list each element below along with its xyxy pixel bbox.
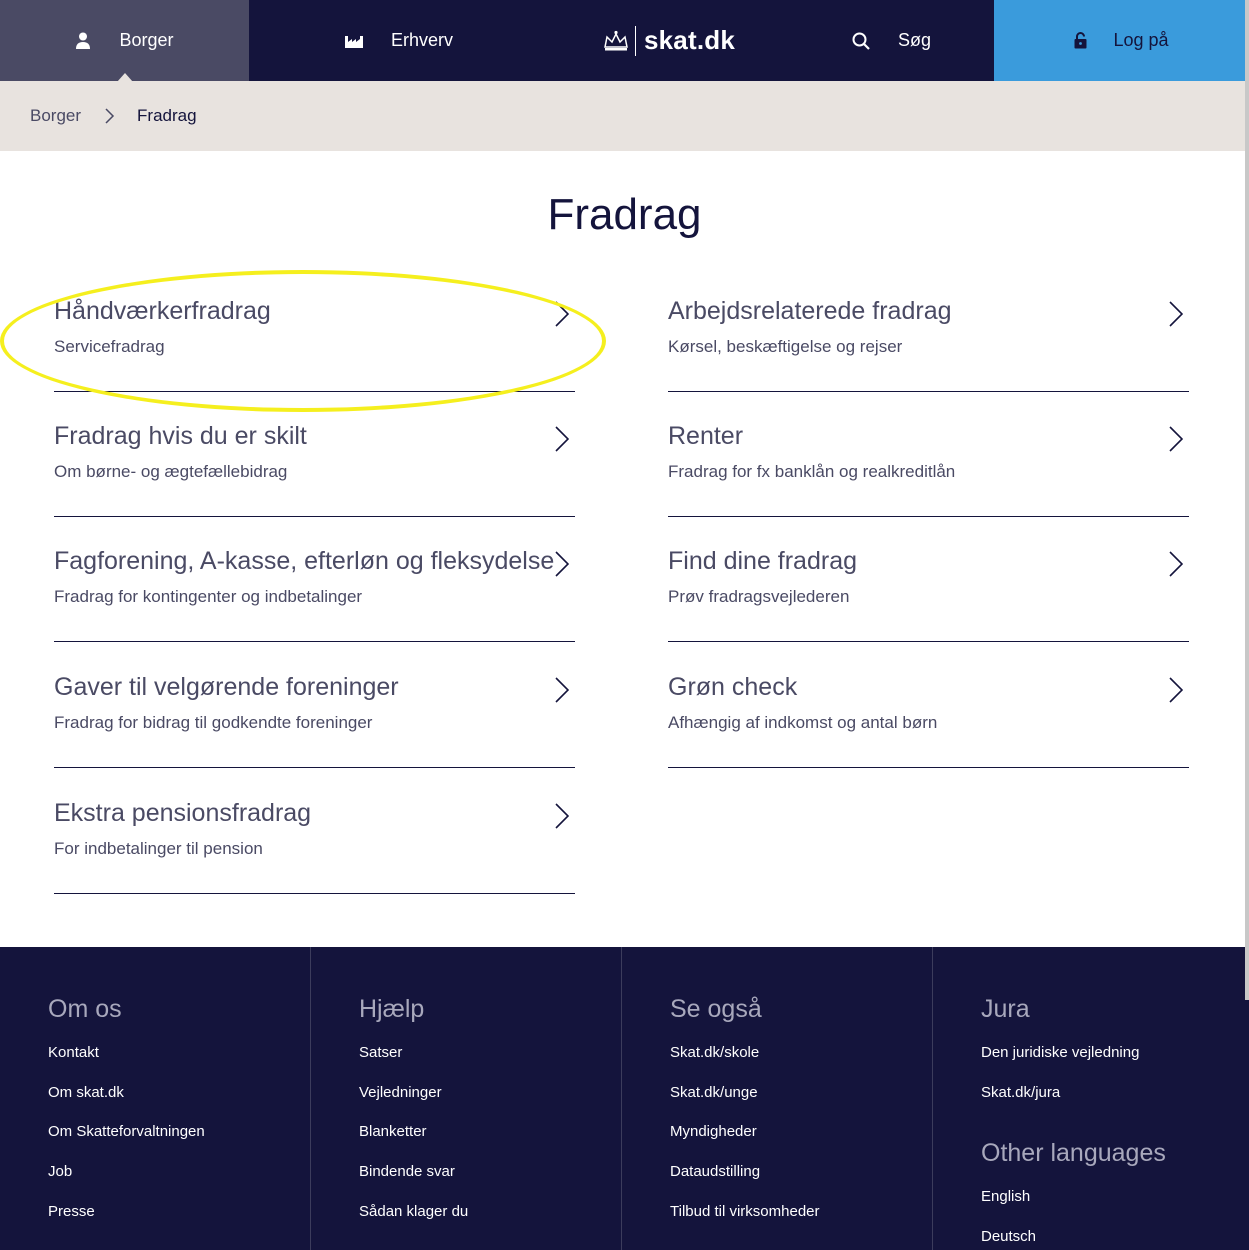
card-title: Fagforening, A-kasse, efterløn og fleksy… xyxy=(54,547,555,575)
footer-link[interactable]: Kontakt xyxy=(48,1044,99,1061)
card-gaver-velgoerende[interactable]: Gaver til velgørende foreninger Fradrag … xyxy=(54,673,575,768)
scrollbar[interactable] xyxy=(1245,0,1249,1000)
footer-link[interactable]: Myndigheder xyxy=(670,1123,757,1140)
footer-heading: Jura xyxy=(981,995,1030,1023)
card-haandvaerkerfradrag[interactable]: Håndværkerfradrag Servicefradrag xyxy=(54,297,575,392)
chevron-right-icon xyxy=(555,551,570,582)
nav-search-label: Søg xyxy=(897,30,931,50)
card-arbejdsrelaterede-fradrag[interactable]: Arbejdsrelaterede fradrag Kørsel, beskæf… xyxy=(668,297,1189,392)
footer-heading: Om os xyxy=(48,995,122,1023)
footer-link[interactable]: Tilbud til virksomheder xyxy=(670,1203,820,1220)
lock-icon xyxy=(1074,32,1087,49)
footer-link[interactable]: Deutsch xyxy=(981,1228,1036,1245)
footer-link[interactable]: Job xyxy=(48,1163,72,1180)
card-title: Arbejdsrelaterede fradrag xyxy=(668,297,952,325)
footer-link[interactable]: Sådan klager du xyxy=(359,1203,468,1220)
chevron-right-icon xyxy=(555,301,570,332)
breadcrumb-borger[interactable]: Borger xyxy=(30,106,81,126)
footer-link[interactable]: Vejledninger xyxy=(359,1084,442,1101)
breadcrumb: Borger Fradrag xyxy=(0,81,1249,151)
card-subtitle: Om børne- og ægtefællebidrag xyxy=(54,462,288,481)
chevron-right-icon xyxy=(1169,677,1184,708)
footer: Om os Kontakt Om skat.dk Om Skatteforval… xyxy=(0,947,1249,1250)
chevron-right-icon xyxy=(555,677,570,708)
card-subtitle: Prøv fradragsvejlederen xyxy=(668,587,850,606)
card-fagforening[interactable]: Fagforening, A-kasse, efterløn og fleksy… xyxy=(54,547,575,642)
nav-borger-label: Borger xyxy=(119,30,174,50)
footer-link[interactable]: Om skat.dk xyxy=(48,1084,124,1101)
crown-icon xyxy=(603,30,629,52)
footer-link[interactable]: Presse xyxy=(48,1203,95,1220)
skat-logo[interactable]: skat.dk xyxy=(549,0,789,81)
footer-link[interactable]: Den juridiske vejledning xyxy=(981,1044,1139,1061)
footer-link[interactable]: Dataudstilling xyxy=(670,1163,760,1180)
search-icon xyxy=(852,32,870,50)
nav-erhverv[interactable]: Erhverv xyxy=(249,0,549,81)
chevron-right-icon xyxy=(1169,426,1184,457)
footer-col-se-ogsaa: Se også Skat.dk/skole Skat.dk/unge Myndi… xyxy=(622,947,933,1250)
footer-link[interactable]: Blanketter xyxy=(359,1123,427,1140)
card-title: Håndværkerfradrag xyxy=(54,297,271,325)
card-title: Gaver til velgørende foreninger xyxy=(54,673,399,701)
card-subtitle: Fradrag for kontingenter og indbetalinge… xyxy=(54,587,363,606)
card-groen-check[interactable]: Grøn check Afhængig af indkomst og antal… xyxy=(668,673,1189,768)
footer-heading: Se også xyxy=(670,995,762,1023)
footer-link[interactable]: Skat.dk/jura xyxy=(981,1084,1060,1101)
card-title: Grøn check xyxy=(668,673,798,701)
chevron-right-icon xyxy=(555,426,570,457)
card-subtitle: For indbetalinger til pension xyxy=(54,839,263,858)
person-icon xyxy=(75,32,91,49)
footer-heading: Hjælp xyxy=(359,995,425,1023)
card-title: Renter xyxy=(668,422,744,450)
chevron-right-icon xyxy=(105,108,115,124)
footer-link[interactable]: Bindende svar xyxy=(359,1163,455,1180)
footer-col-hjaelp: Hjælp Satser Vejledninger Blanketter Bin… xyxy=(311,947,622,1250)
nav-erhverv-label: Erhverv xyxy=(390,30,453,50)
footer-link[interactable]: Satser xyxy=(359,1044,402,1061)
logo-divider xyxy=(634,25,636,56)
card-ekstra-pensionsfradrag[interactable]: Ekstra pensionsfradrag For indbetalinger… xyxy=(54,799,575,894)
card-find-dine-fradrag[interactable]: Find dine fradrag Prøv fradragsvejledere… xyxy=(668,547,1189,642)
footer-link[interactable]: Skat.dk/skole xyxy=(670,1044,759,1061)
top-navigation: Borger Erhverv skat.dk Søg Log på xyxy=(0,0,1249,82)
chevron-right-icon xyxy=(1169,301,1184,332)
footer-link[interactable]: Skat.dk/unge xyxy=(670,1084,758,1101)
breadcrumb-current: Fradrag xyxy=(137,106,197,125)
footer-col-om-os: Om os Kontakt Om skat.dk Om Skatteforval… xyxy=(0,947,311,1250)
card-title: Ekstra pensionsfradrag xyxy=(54,799,312,827)
card-subtitle: Servicefradrag xyxy=(54,337,165,356)
card-subtitle: Kørsel, beskæftigelse og rejser xyxy=(668,337,903,356)
card-fradrag-hvis-skilt[interactable]: Fradrag hvis du er skilt Om børne- og æg… xyxy=(54,422,575,517)
card-renter[interactable]: Renter Fradrag for fx banklån og realkre… xyxy=(668,422,1189,517)
footer-link[interactable]: English xyxy=(981,1188,1030,1205)
card-subtitle: Fradrag for bidrag til godkendte forenin… xyxy=(54,713,373,732)
nav-borger[interactable]: Borger xyxy=(0,0,249,82)
factory-icon xyxy=(344,34,363,48)
nav-search[interactable]: Søg xyxy=(789,0,994,81)
footer-heading: Other languages xyxy=(981,1139,1166,1167)
login-label: Log på xyxy=(1113,30,1169,50)
logo-text: skat.dk xyxy=(643,25,735,55)
page-title: Fradrag xyxy=(547,190,702,239)
card-subtitle: Afhængig af indkomst og antal børn xyxy=(668,713,938,732)
card-subtitle: Fradrag for fx banklån og realkreditlån xyxy=(668,462,956,481)
card-title: Find dine fradrag xyxy=(668,547,858,575)
card-title: Fradrag hvis du er skilt xyxy=(54,422,307,450)
chevron-right-icon xyxy=(555,803,570,834)
footer-link[interactable]: Om Skatteforvaltningen xyxy=(48,1123,205,1140)
login-button[interactable]: Log på xyxy=(994,0,1249,81)
footer-col-jura: Jura Den juridiske vejledning Skat.dk/ju… xyxy=(933,947,1249,1250)
chevron-right-icon xyxy=(1169,551,1184,582)
